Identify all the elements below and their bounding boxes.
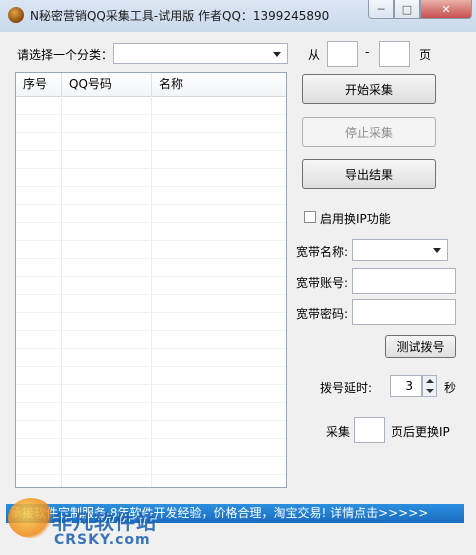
range-dash: - [365,45,370,59]
table-row-line [16,276,286,277]
dial-delay-label: 拨号延时: [320,381,373,395]
table-row-line [16,150,286,151]
column-header-name[interactable]: 名称 [152,73,286,96]
watermark-logo: 非凡软件站 CRSKY.com [6,492,176,552]
table-row-line [16,132,286,133]
chevron-down-icon [433,248,441,253]
watermark-emblem-icon [8,498,54,538]
export-results-button[interactable]: 导出结果 [302,159,436,189]
window-title: N秘密营销QQ采集工具-试用版 作者QQ：1399245890 [30,9,330,23]
column-divider [151,96,152,487]
table-header: 序号 QQ号码 名称 [16,73,286,97]
maximize-button[interactable]: □ [394,0,420,19]
column-header-qq[interactable]: QQ号码 [62,73,152,96]
broadband-account-label: 宽带账号: [296,276,349,290]
category-label: 请选择一个分类： [17,48,114,62]
test-dial-button[interactable]: 测试拨号 [385,335,456,358]
table-row-line [16,222,286,223]
table-row-line [16,114,286,115]
ip-switch-checkbox[interactable] [304,211,316,223]
table-row-line [16,258,286,259]
broadband-name-label: 宽带名称: [296,245,349,259]
dial-delay-unit: 秒 [444,381,457,395]
results-table[interactable]: 序号 QQ号码 名称 [15,72,287,488]
from-page-input[interactable] [327,41,358,67]
table-row-line [16,474,286,475]
window-controls: ─ □ ✕ [368,0,472,20]
change-ip-prefix: 采集 [326,425,351,439]
change-ip-pages-input[interactable] [354,417,385,443]
ip-switch-label: 启用换IP功能 [320,212,391,226]
table-row-line [16,420,286,421]
table-row-line [16,456,286,457]
table-row-line [16,330,286,331]
minimize-icon: ─ [377,2,385,16]
broadband-account-input[interactable] [352,268,456,294]
dial-delay-input[interactable]: 3 [390,375,422,397]
to-page-input[interactable] [379,41,410,67]
close-button[interactable]: ✕ [420,0,472,19]
watermark-cn: 非凡软件站 [52,510,157,534]
spin-down-icon[interactable] [426,389,434,393]
dial-delay-spinner[interactable] [422,375,437,397]
column-header-index[interactable]: 序号 [16,73,62,96]
chevron-down-icon [273,51,281,57]
dial-delay-value: 3 [405,379,413,393]
table-row-line [16,186,286,187]
table-row-line [16,204,286,205]
column-divider [61,96,62,487]
start-collect-button[interactable]: 开始采集 [302,74,436,104]
change-ip-suffix: 页后更换IP [391,425,450,439]
table-row-line [16,438,286,439]
table-row-line [16,402,286,403]
table-row-line [16,384,286,385]
table-row-line [16,168,286,169]
title-bar: N秘密营销QQ采集工具-试用版 作者QQ：1399245890 ─ □ ✕ [0,0,476,32]
minimize-button[interactable]: ─ [368,0,394,19]
table-row-line [16,366,286,367]
page-label: 页 [419,48,432,62]
table-row-line [16,312,286,313]
table-row-line [16,294,286,295]
from-label: 从 [308,48,321,62]
broadband-name-select[interactable] [352,239,448,261]
table-row-line [16,240,286,241]
watermark-en: CRSKY.com [54,532,151,548]
spin-up-icon[interactable] [426,379,434,383]
category-select[interactable] [113,43,288,64]
stop-collect-button[interactable]: 停止采集 [302,117,436,147]
app-icon [8,7,24,23]
broadband-password-label: 宽带密码: [296,307,349,321]
table-row-line [16,348,286,349]
close-icon: ✕ [441,2,451,16]
maximize-icon: □ [401,2,413,16]
broadband-password-input[interactable] [352,299,456,325]
